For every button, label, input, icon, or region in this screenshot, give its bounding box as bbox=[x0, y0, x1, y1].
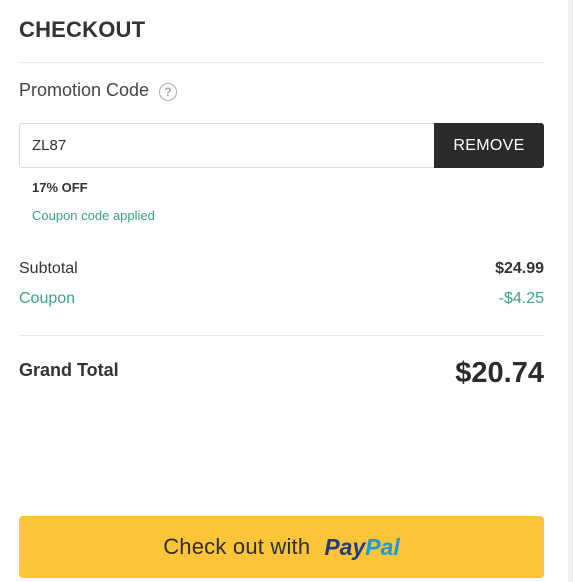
coupon-status: Coupon code applied bbox=[32, 208, 155, 223]
promo-label: Promotion Code bbox=[19, 80, 150, 100]
checkout-panel: CHECKOUT Promotion Code ? REMOVE 17% OFF… bbox=[0, 0, 573, 582]
promo-code-input[interactable] bbox=[19, 123, 434, 168]
remove-coupon-button[interactable]: REMOVE bbox=[434, 123, 544, 168]
paypal-logo-pay: Pay bbox=[324, 533, 366, 560]
promo-code-row: REMOVE bbox=[19, 123, 544, 168]
paypal-logo: PayPal bbox=[324, 534, 399, 561]
discount-text: 17% OFF bbox=[32, 180, 88, 195]
scrollbar-track[interactable] bbox=[568, 0, 572, 582]
checkout-title: CHECKOUT bbox=[19, 17, 146, 42]
grand-total-value: $20.74 bbox=[455, 357, 544, 389]
subtotal-label: Subtotal bbox=[19, 260, 78, 277]
paypal-logo-pal: Pal bbox=[365, 533, 400, 560]
paypal-button-text: Check out with bbox=[163, 534, 311, 559]
question-circle-icon[interactable]: ? bbox=[159, 82, 178, 101]
divider bbox=[19, 62, 544, 63]
promo-label-row: Promotion Code ? bbox=[19, 80, 178, 101]
grand-total-row: Grand Total $20.74 bbox=[19, 357, 544, 390]
divider bbox=[19, 335, 544, 336]
coupon-row: Coupon -$4.25 bbox=[19, 290, 544, 308]
grand-total-label: Grand Total bbox=[19, 360, 119, 380]
coupon-label: Coupon bbox=[19, 290, 76, 307]
coupon-value: -$4.25 bbox=[498, 290, 544, 307]
subtotal-row: Subtotal $24.99 bbox=[19, 260, 544, 278]
subtotal-value: $24.99 bbox=[495, 260, 544, 277]
paypal-checkout-button[interactable]: Check out with PayPal bbox=[19, 516, 544, 578]
